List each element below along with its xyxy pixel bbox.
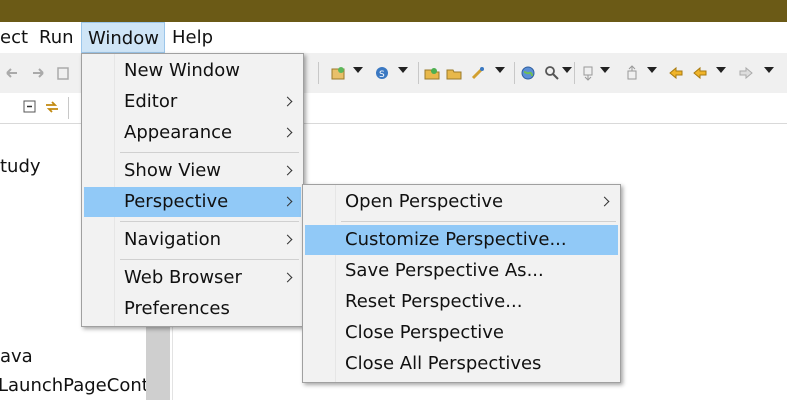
menu-item-label: Perspective [124,191,229,212]
menu-item-reset-perspective[interactable]: Reset Perspective... [305,287,618,317]
last-edit-icon[interactable] [56,65,72,81]
menu-separator [120,152,299,153]
chevron-down-icon[interactable] [495,67,505,73]
menu-item-label: Web Browser [124,267,242,288]
menu-separator [120,259,299,260]
menu-item-label: Close All Perspectives [345,353,542,374]
menu-item-label: Preferences [124,298,230,319]
menu-item-label: Reset Perspective... [345,291,523,312]
menu-item-label: Save Perspective As... [345,260,544,281]
forward-history-icon[interactable] [30,65,46,81]
chevron-right-icon [282,234,293,245]
chevron-right-icon [282,165,293,176]
previous-annotation-icon[interactable] [624,65,640,81]
toolbar-separator [318,62,319,84]
menu-item-save-perspective-as[interactable]: Save Perspective As... [305,256,618,286]
menu-item-label: New Window [124,60,240,81]
menu-item-open-perspective[interactable]: Open Perspective [305,187,618,217]
toolbar-separator [418,62,419,84]
next-annotation-icon[interactable] [580,65,596,81]
menu-item-label: Customize Perspective... [345,229,567,250]
link-with-editor-icon[interactable] [44,99,60,115]
window-titlebar [0,0,787,22]
svg-text:S: S [379,70,385,80]
chevron-right-icon [282,272,293,283]
last-edit-location-icon[interactable] [668,65,684,81]
toolbar-separator [514,62,515,84]
back-icon[interactable] [692,65,708,81]
perspective-submenu: Open Perspective Customize Perspective..… [302,184,621,383]
chevron-right-icon [282,196,293,207]
back-history-icon[interactable] [4,65,20,81]
menu-separator [120,221,299,222]
menu-item-label: Show View [124,160,222,181]
menu-item-web-browser[interactable]: Web Browser [84,263,301,293]
tree-item[interactable]: LaunchPageContr [0,375,156,396]
menu-item-preferences[interactable]: Preferences [84,294,301,324]
forward-icon[interactable] [738,65,754,81]
menu-item-new-window[interactable]: New Window [84,56,301,86]
menu-window[interactable]: Window [81,22,165,53]
chevron-down-icon[interactable] [716,67,726,73]
menu-item-customize-perspective[interactable]: Customize Perspective... [305,225,618,255]
chevron-down-icon[interactable] [600,67,610,73]
chevron-down-icon[interactable] [353,67,363,73]
open-type-icon[interactable] [424,65,440,81]
collapse-all-icon[interactable] [22,99,38,115]
menu-separator [341,221,616,222]
toolbar-separator [68,97,69,119]
chevron-right-icon [282,96,293,107]
menu-item-editor[interactable]: Editor [84,87,301,117]
menu-bar: ect Run Window Help [0,22,787,53]
menu-item-label: Editor [124,91,178,112]
menu-item-close-all-perspectives[interactable]: Close All Perspectives [305,349,618,379]
menu-item-show-view[interactable]: Show View [84,156,301,186]
search-icon[interactable] [544,65,560,81]
tree-item[interactable]: tudy [0,156,41,177]
chevron-down-icon[interactable] [764,67,774,73]
toolbar-separator [574,62,575,84]
window-menu: New Window Editor Appearance Show View P… [81,53,304,327]
menu-item-appearance[interactable]: Appearance [84,118,301,148]
menu-item-label: Close Perspective [345,322,505,343]
chevron-down-icon[interactable] [647,67,657,73]
menu-item-label: Open Perspective [345,191,504,212]
new-class-icon[interactable]: S [374,65,390,81]
new-java-project-icon[interactable] [330,65,346,81]
menu-item-label: Appearance [124,122,233,143]
chevron-down-icon[interactable] [398,67,408,73]
chevron-right-icon [599,196,610,207]
open-folder-icon[interactable] [446,65,462,81]
chevron-right-icon [282,127,293,138]
menu-item-close-perspective[interactable]: Close Perspective [305,318,618,348]
chevron-down-icon[interactable] [562,67,572,73]
run-external-tool-icon[interactable] [470,65,486,81]
menu-run[interactable]: Run [33,22,80,53]
menu-help[interactable]: Help [166,22,219,53]
menu-project[interactable]: ect [0,22,34,53]
globe-icon[interactable] [520,65,536,81]
menu-item-label: Navigation [124,229,222,250]
tree-item[interactable]: ava [0,346,33,367]
menu-item-perspective[interactable]: Perspective [84,187,301,217]
menu-item-navigation[interactable]: Navigation [84,225,301,255]
